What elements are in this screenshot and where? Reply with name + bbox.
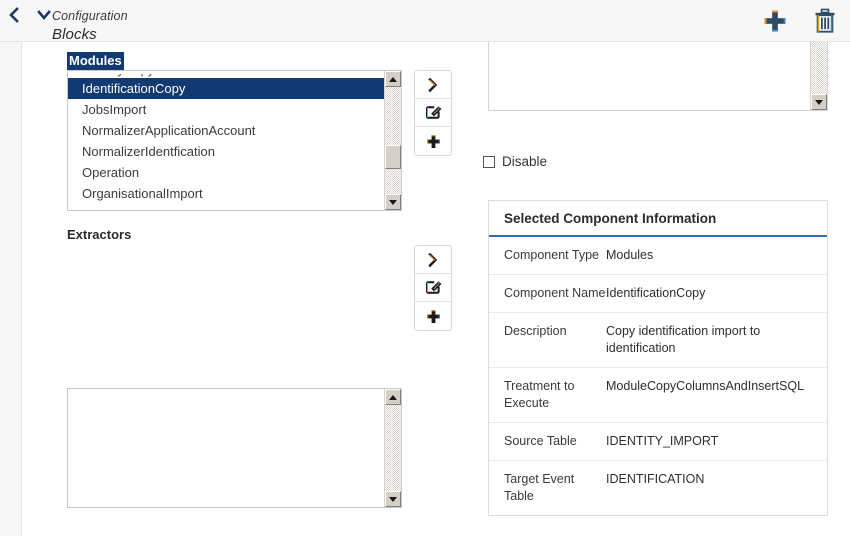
edit-square-icon: [425, 281, 441, 294]
list-item[interactable]: IdentificationCopy: [68, 78, 384, 99]
content-area: Modules IdentityCopy IdentificationCopy …: [23, 42, 850, 536]
description-scrollbar[interactable]: [810, 42, 827, 110]
arrow-down-icon: [389, 199, 397, 205]
list-item[interactable]: Operation: [68, 162, 384, 183]
scroll-down-button[interactable]: [385, 491, 401, 507]
arrow-down-icon: [389, 496, 397, 502]
edit-square-icon: [425, 106, 441, 119]
list-item[interactable]: NormalizerIdentfication: [68, 141, 384, 162]
arrow-up-icon: [389, 76, 397, 82]
modules-add-button[interactable]: [415, 127, 451, 155]
modules-clipped-item: IdentityCopy: [68, 74, 384, 78]
modules-listbox[interactable]: IdentityCopy IdentificationCopy JobsImpo…: [67, 70, 402, 211]
app-root: Configuration Blocks Modules Identificat…: [0, 0, 850, 536]
row-value: IDENTITY_IMPORT: [606, 434, 719, 448]
breadcrumb: Configuration Blocks: [52, 8, 128, 45]
extractors-label: Extractors: [67, 227, 132, 242]
plus-icon: [426, 309, 440, 323]
row-key: Treatment to Execute: [504, 379, 575, 410]
list-item[interactable]: OrganisationalImport: [68, 183, 384, 204]
scroll-up-button[interactable]: [385, 389, 401, 405]
modules-clipped-item-label: IdentityCopy: [82, 74, 154, 77]
modules-open-button[interactable]: [415, 71, 451, 99]
row-key: Description: [504, 324, 567, 338]
extractors-list: [68, 389, 384, 507]
disable-checkbox-label: Disable: [502, 154, 548, 169]
row-key: Source Table: [504, 434, 577, 448]
extractors-open-button[interactable]: [415, 246, 451, 274]
breadcrumb-parent[interactable]: Configuration: [52, 8, 128, 25]
trash-icon: [815, 8, 835, 33]
table-row: Component Type Modules: [489, 237, 827, 275]
chevron-right-icon: [428, 252, 438, 267]
header-actions: [760, 0, 840, 42]
row-value: Copy identification import to identifica…: [606, 324, 761, 355]
table-row: Target Event Table IDENTIFICATION: [489, 461, 827, 515]
modules-scrollbar[interactable]: [384, 71, 401, 210]
delete-block-button[interactable]: [810, 6, 840, 36]
description-textarea[interactable]: [488, 42, 828, 111]
chevron-left-icon[interactable]: [4, 5, 24, 25]
row-value: IDENTIFICATION: [606, 472, 705, 486]
extractors-action-buttons: [414, 245, 452, 331]
panel-title: Selected Component Information: [489, 201, 827, 237]
scroll-up-button[interactable]: [385, 71, 401, 87]
list-item[interactable]: JobsImport: [68, 99, 384, 120]
plus-icon: [764, 10, 786, 32]
scroll-down-button[interactable]: [385, 194, 401, 210]
header-nav-icons: [4, 5, 54, 25]
add-block-button[interactable]: [760, 6, 790, 36]
page-header: Configuration Blocks: [0, 0, 850, 45]
description-textarea-input[interactable]: [489, 42, 810, 110]
modules-section: Modules: [67, 52, 124, 70]
table-row: Source Table IDENTITY_IMPORT: [489, 423, 827, 461]
disable-checkbox[interactable]: [483, 155, 495, 168]
plus-icon: [426, 134, 440, 148]
chevron-down-icon[interactable]: [34, 5, 54, 25]
chevron-right-icon: [428, 77, 438, 92]
modules-label: Modules: [67, 52, 124, 70]
extractors-scrollbar[interactable]: [384, 389, 401, 507]
modules-list: IdentityCopy IdentificationCopy JobsImpo…: [68, 71, 384, 210]
row-key: Component Type: [504, 248, 599, 262]
disable-checkbox-row[interactable]: Disable: [483, 154, 547, 169]
extractors-listbox[interactable]: [67, 388, 402, 508]
modules-edit-button[interactable]: [415, 99, 451, 127]
scrollbar-thumb[interactable]: [385, 145, 401, 169]
extractors-edit-button[interactable]: [415, 274, 451, 302]
row-key: Component Name: [504, 286, 606, 300]
modules-action-buttons: [414, 70, 452, 156]
selected-component-panel: Selected Component Information Component…: [488, 200, 828, 516]
scroll-down-button[interactable]: [811, 94, 827, 110]
row-value: ModuleCopyColumnsAndInsertSQL: [606, 379, 805, 393]
table-row: Component Name IdentificationCopy: [489, 275, 827, 313]
row-value: Modules: [606, 248, 654, 262]
table-row: Description Copy identification import t…: [489, 313, 827, 368]
table-row: Treatment to Execute ModuleCopyColumnsAn…: [489, 368, 827, 423]
extractors-add-button[interactable]: [415, 302, 451, 330]
row-value: IdentificationCopy: [606, 286, 706, 300]
left-gutter: [0, 42, 22, 536]
arrow-up-icon: [389, 394, 397, 400]
list-item[interactable]: NormalizerApplicationAccount: [68, 120, 384, 141]
extractors-section: Extractors: [67, 227, 131, 243]
arrow-down-icon: [815, 99, 823, 105]
row-key: Target Event Table: [504, 472, 575, 503]
